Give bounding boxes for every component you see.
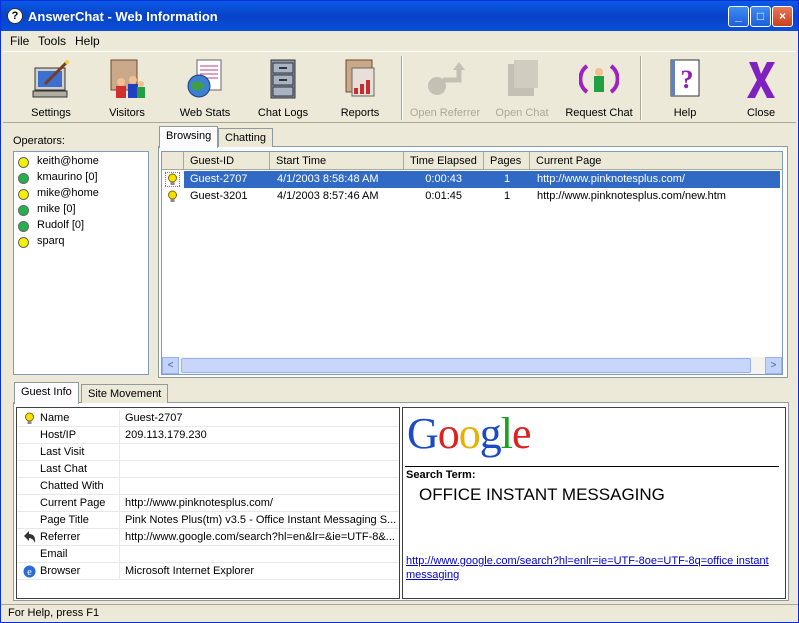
search-term-label: Search Term: xyxy=(406,469,476,481)
guest-properties: Name Guest-2707 Host/IP 209.113.179.230 … xyxy=(16,407,400,599)
visitors-button[interactable]: Visitors xyxy=(89,56,165,122)
reports-icon xyxy=(345,59,375,97)
request-chat-label: Request Chat xyxy=(565,107,633,119)
grid-header: Guest-ID Start Time Time Elapsed Pages C… xyxy=(162,152,782,170)
search-referral-pane: Google Search Term: OFFICE INSTANT MESSA… xyxy=(402,407,786,599)
table-row[interactable]: Guest-2707 4/1/2003 8:58:48 AM 0:00:43 1… xyxy=(162,171,782,188)
property-row: e Browser Microsoft Internet Explorer xyxy=(17,563,399,580)
close-window-button[interactable]: × xyxy=(772,6,793,27)
lightbulb-icon xyxy=(165,172,180,187)
operators-list[interactable]: keith@home kmaurino [0] mike@home mike [… xyxy=(13,151,149,375)
status-dot-icon xyxy=(18,221,29,232)
web-stats-button[interactable]: Web Stats xyxy=(167,56,243,122)
status-dot-icon xyxy=(18,189,29,200)
open-referrer-button[interactable]: Open Referrer xyxy=(407,56,483,122)
divider xyxy=(405,466,779,467)
selection-highlight xyxy=(184,171,780,188)
help-button[interactable]: ? Help xyxy=(647,56,723,122)
search-term: OFFICE INSTANT MESSAGING xyxy=(419,485,665,504)
column-header-guest-id[interactable]: Guest-ID xyxy=(184,152,270,170)
menu-help[interactable]: Help xyxy=(75,34,100,48)
open-chat-button[interactable]: Open Chat xyxy=(484,56,560,122)
request-chat-button[interactable]: Request Chat xyxy=(561,56,637,122)
svg-text:e: e xyxy=(27,567,32,578)
tab-guest-info[interactable]: Guest Info xyxy=(14,382,79,404)
horizontal-scrollbar[interactable]: < > xyxy=(162,357,782,374)
property-row: Last Chat xyxy=(17,461,399,478)
file-cabinet-icon xyxy=(270,59,296,99)
column-header-pages[interactable]: Pages xyxy=(484,152,530,170)
lightbulb-icon xyxy=(25,412,34,424)
table-row[interactable]: Guest-3201 4/1/2003 8:57:46 AM 0:01:45 1… xyxy=(162,188,782,205)
chat-logs-label: Chat Logs xyxy=(257,107,309,119)
open-chat-label: Open Chat xyxy=(495,107,549,119)
google-logo: Google xyxy=(407,409,532,458)
settings-button[interactable]: Settings xyxy=(13,56,89,122)
property-row: Current Page http://www.pinknotesplus.co… xyxy=(17,495,399,512)
reports-label: Reports xyxy=(340,107,380,119)
scroll-right-button[interactable]: > xyxy=(765,357,782,374)
close-x-icon xyxy=(747,62,775,98)
property-row: Page Title Pink Notes Plus(tm) v3.5 - Of… xyxy=(17,512,399,529)
question-icon: ? xyxy=(7,8,23,24)
visitors-label: Visitors xyxy=(109,107,145,119)
close-label: Close xyxy=(746,107,776,119)
toolbar-separator xyxy=(640,56,642,120)
status-text: For Help, press F1 xyxy=(8,607,100,619)
window-title: AnswerChat - Web Information xyxy=(28,9,218,24)
scroll-thumb[interactable] xyxy=(181,358,751,373)
title-bar[interactable]: ? AnswerChat - Web Information _ □ × xyxy=(1,1,798,31)
ie-icon: e xyxy=(23,565,36,578)
property-row: Name Guest-2707 xyxy=(17,410,399,427)
referrer-link[interactable]: http://www.google.com/search?hl=enlr=ie=… xyxy=(406,554,782,582)
web-stats-label: Web Stats xyxy=(179,107,231,119)
visitors-icon xyxy=(110,59,145,98)
svg-text:?: ? xyxy=(681,65,694,94)
status-bar: For Help, press F1 xyxy=(1,604,798,622)
status-dot-icon xyxy=(18,173,29,184)
property-row: Host/IP 209.113.179.230 xyxy=(17,427,399,444)
property-row: Chatted With xyxy=(17,478,399,495)
close-button[interactable]: Close xyxy=(723,56,799,122)
status-dot-icon xyxy=(18,237,29,248)
menu-bar: File Tools Help xyxy=(1,31,798,50)
request-chat-icon xyxy=(579,64,619,94)
tab-site-movement[interactable]: Site Movement xyxy=(81,384,169,403)
help-label: Help xyxy=(673,107,697,119)
menu-file[interactable]: File xyxy=(10,34,29,48)
status-dot-icon xyxy=(18,157,29,168)
property-row: Email xyxy=(17,546,399,563)
property-row: Referrer http://www.google.com/search?hl… xyxy=(17,529,399,546)
chat-logs-button[interactable]: Chat Logs xyxy=(245,56,321,122)
open-chat-icon xyxy=(508,60,538,96)
property-row: Last Visit xyxy=(17,444,399,461)
tab-chatting[interactable]: Chatting xyxy=(218,128,273,147)
settings-label: Settings xyxy=(31,107,71,119)
tab-browsing[interactable]: Browsing xyxy=(159,126,219,148)
lightbulb-icon xyxy=(168,190,177,202)
column-header-current-page[interactable]: Current Page xyxy=(530,152,782,170)
monitor-wand-icon xyxy=(32,60,69,98)
menu-tools[interactable]: Tools xyxy=(38,34,66,48)
minimize-button[interactable]: _ xyxy=(728,6,749,27)
column-header-time-elapsed[interactable]: Time Elapsed xyxy=(404,152,484,170)
scroll-left-button[interactable]: < xyxy=(162,357,179,374)
maximize-button[interactable]: □ xyxy=(750,6,771,27)
open-referrer-label: Open Referrer xyxy=(409,107,481,119)
web-stats-icon xyxy=(187,59,222,98)
open-referrer-icon xyxy=(428,62,465,95)
toolbar: Settings Visitors Web Stats Chat Logs Re… xyxy=(3,51,796,123)
status-dot-icon xyxy=(18,205,29,216)
toolbar-separator xyxy=(401,56,403,120)
help-book-icon: ? xyxy=(670,59,700,97)
reports-button[interactable]: Reports xyxy=(322,56,398,122)
back-arrow-icon xyxy=(24,531,36,543)
app-window: ? AnswerChat - Web Information _ □ × Fil… xyxy=(0,0,799,623)
operators-label: Operators: xyxy=(13,135,65,147)
column-header-icon xyxy=(162,152,184,170)
visitors-grid[interactable]: Guest-ID Start Time Time Elapsed Pages C… xyxy=(161,151,783,375)
column-header-start-time[interactable]: Start Time xyxy=(270,152,404,170)
